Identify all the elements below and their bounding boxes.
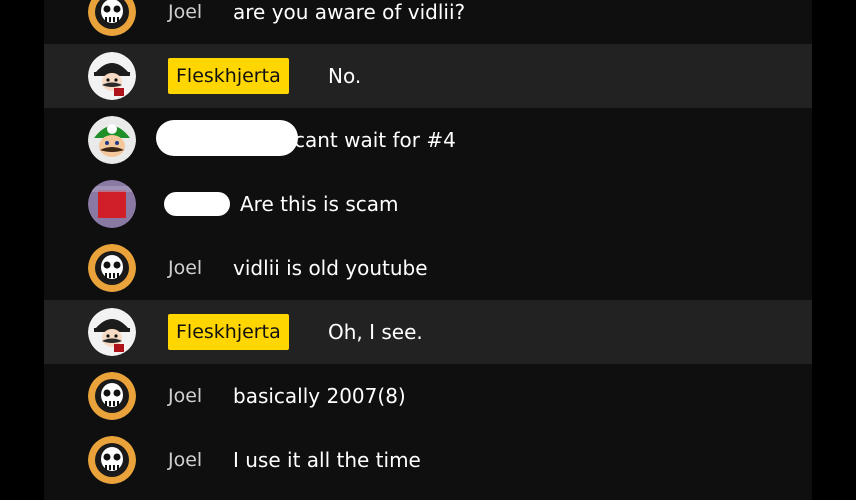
chat-owner-badge[interactable]: Fleskhjerta (168, 58, 289, 94)
chat-message-row: Joel vidlii is old youtube (44, 236, 812, 300)
chat-message-text: basically 2007(8) (233, 384, 406, 408)
skull-mascot-avatar-icon[interactable] (88, 372, 136, 420)
chat-message-text: vidlii is old youtube (233, 256, 428, 280)
green-cap-avatar-icon[interactable] (88, 116, 136, 164)
chat-author-name[interactable]: Joel (168, 0, 202, 26)
chat-owner-badge[interactable]: Fleskhjerta (168, 314, 289, 350)
chat-message-row: Are this is scam (44, 172, 812, 236)
chat-author-name[interactable]: Joel (168, 254, 202, 282)
chat-message-row: Joel I use it all the time (44, 428, 812, 492)
chat-message-text: cant wait for #4 (294, 128, 456, 152)
mustache-hat-avatar-icon[interactable] (88, 52, 136, 100)
chat-message-text: I use it all the time (233, 448, 421, 472)
chat-message-row: cant wait for #4 (44, 108, 812, 172)
redacted-author-name (156, 120, 298, 156)
red-square-avatar-icon[interactable] (88, 180, 136, 228)
chat-author-name[interactable]: Joel (168, 446, 202, 474)
skull-mascot-avatar-icon[interactable] (88, 0, 136, 36)
skull-mascot-avatar-icon[interactable] (88, 244, 136, 292)
chat-message-text: Oh, I see. (328, 320, 423, 344)
chat-message-text: Are this is scam (240, 192, 399, 216)
chat-message-row: Fleskhjerta No. (44, 44, 812, 108)
chat-author-name[interactable]: Joel (168, 382, 202, 410)
chat-message-row: Joel are you aware of vidlii? (44, 0, 812, 44)
chat-message-row: Joel basically 2007(8) (44, 364, 812, 428)
chat-message-row: Fleskhjerta Oh, I see. (44, 300, 812, 364)
skull-mascot-avatar-icon[interactable] (88, 436, 136, 484)
live-chat-panel: Joel are you aware of vidlii? Fleskhjert… (44, 0, 812, 500)
chat-message-text: are you aware of vidlii? (233, 0, 466, 24)
mustache-hat-avatar-icon[interactable] (88, 308, 136, 356)
redacted-author-name (164, 192, 230, 216)
chat-message-text: No. (328, 64, 362, 88)
